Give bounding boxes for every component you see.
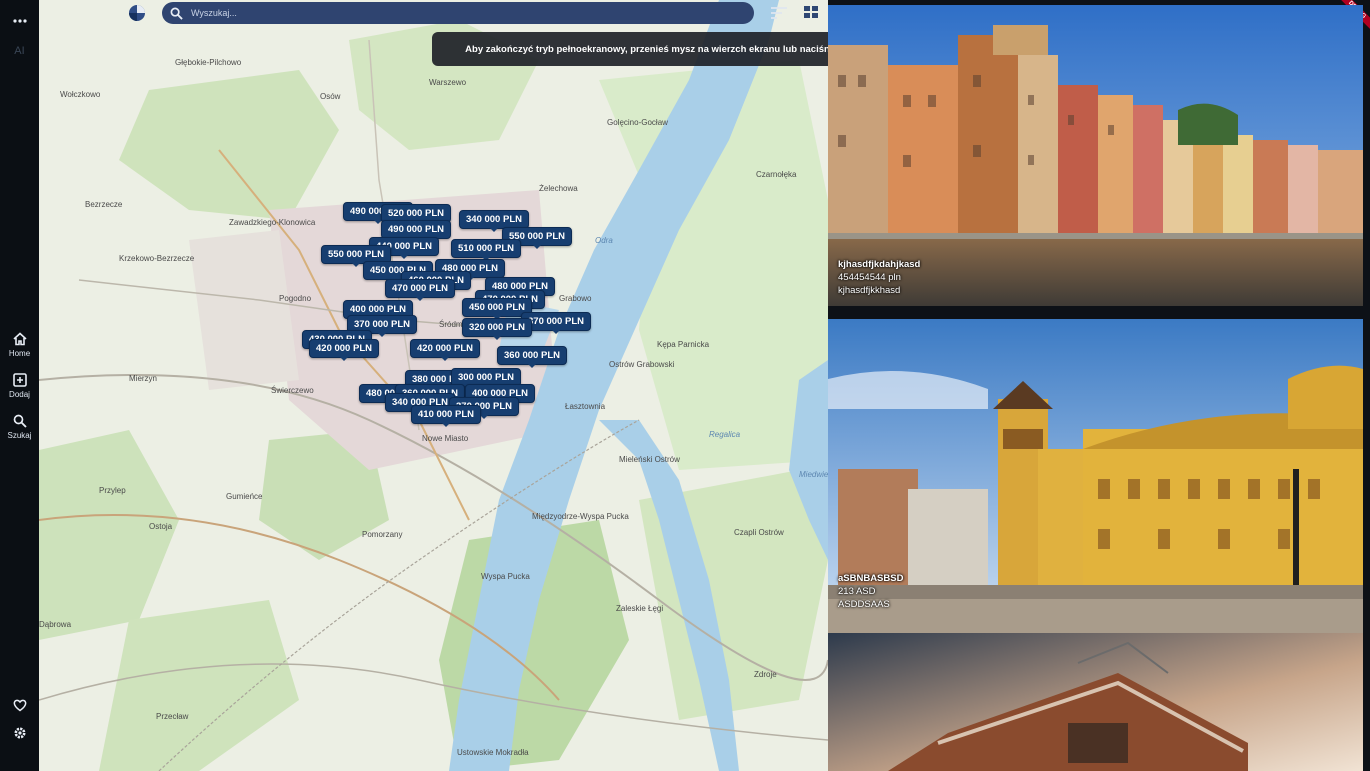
place-label: Przecław: [156, 712, 189, 721]
more-horizontal-icon: [12, 19, 27, 23]
nav-add-button[interactable]: Dodaj: [0, 373, 39, 399]
search-input[interactable]: [189, 7, 733, 19]
price-marker[interactable]: 320 000 PLN: [462, 318, 532, 340]
listing-card[interactable]: [828, 633, 1363, 771]
listing-card[interactable]: aSBNBASBSD 213 ASD ASDDSAAS: [828, 319, 1363, 633]
ai-label: AI: [14, 45, 25, 57]
place-label: Warszewo: [429, 78, 467, 87]
place-label: Pogodno: [279, 294, 312, 303]
place-label: Krzekowo-Bezrzecze: [119, 254, 195, 263]
nav-rail: AI Home Dodaj Szukaj: [0, 0, 39, 771]
place-label: Golęcino-Gocław: [607, 118, 668, 127]
app-logo-icon[interactable]: [128, 4, 146, 22]
place-label: Mierzyn: [129, 374, 158, 383]
place-label: Dąbrowa: [39, 620, 72, 629]
place-label: Świerczewo: [271, 386, 314, 395]
listing-info: aSBNBASBSD 213 ASD ASDDSAAS: [838, 572, 903, 611]
place-label: Nowe Miasto: [422, 434, 469, 443]
listing-title: aSBNBASBSD: [838, 573, 904, 584]
place-label: Przylep: [99, 486, 126, 495]
water-label: Odra: [595, 236, 613, 245]
place-label: Zawadzkiego-Klonowica: [229, 218, 316, 227]
water-label: Regalica: [709, 430, 741, 439]
water-label: Miedwie Zalew: [799, 470, 828, 479]
place-label: Wyspa Pucka: [481, 572, 530, 581]
settings-button[interactable]: [0, 726, 39, 740]
place-label: Ostoja: [149, 522, 173, 531]
price-marker[interactable]: 360 000 PLN: [497, 346, 567, 368]
price-marker[interactable]: 420 000 PLN: [309, 339, 379, 361]
search-icon: [170, 7, 183, 20]
place-label: Bezrzecze: [85, 200, 123, 209]
place-label: Osów: [320, 92, 341, 101]
search-bar[interactable]: [162, 2, 754, 24]
price-marker[interactable]: 470 000 PLN: [385, 279, 455, 301]
listing-photo: [828, 319, 1363, 633]
listings-feed[interactable]: DEBUG: [828, 0, 1370, 771]
price-marker[interactable]: 420 000 PLN: [410, 339, 480, 361]
place-label: Kępa Parnicka: [657, 340, 710, 349]
listing-photo: [828, 633, 1363, 771]
gear-icon: [14, 727, 25, 739]
listing-price: 213 ASD: [838, 586, 876, 597]
nav-home-label: Home: [8, 349, 31, 358]
map-view[interactable]: Głębokie-Pilchowo Warszewo Osów Wołczkow…: [39, 0, 828, 771]
place-label: Grabowo: [559, 294, 592, 303]
place-label: Czapli Ostrów: [734, 528, 784, 537]
nav-add-label: Dodaj: [9, 390, 30, 399]
place-label: Zaleskie Łęgi: [616, 604, 664, 613]
place-label: Łasztownia: [565, 402, 606, 411]
search-icon: [13, 414, 27, 428]
listing-title: kjhasdfjkdahjkasd: [838, 259, 921, 270]
place-label: Wołczkowo: [60, 90, 101, 99]
listing-price: 454454544 pln: [838, 272, 901, 283]
nav-home-button[interactable]: Home: [0, 332, 39, 358]
price-marker[interactable]: 510 000 PLN: [451, 239, 521, 261]
place-label: Głębokie-Pilchowo: [175, 58, 242, 67]
grid-view-button[interactable]: [803, 5, 819, 24]
more-menu-button[interactable]: [0, 14, 39, 28]
sort-filter-button[interactable]: [770, 6, 788, 25]
grid-view-icon: [804, 6, 818, 18]
place-label: Pomorzany: [362, 530, 403, 539]
sort-icon: [771, 7, 787, 19]
place-label: Ustowskie Mokradła: [457, 748, 529, 757]
place-label: Międzyodrze-Wyspa Pucka: [532, 512, 629, 521]
listing-location: ASDDSAAS: [838, 599, 890, 610]
listing-location: kjhasdfjkkhasd: [838, 285, 901, 296]
place-label: Zdroje: [754, 670, 777, 679]
place-label: Żelechowa: [539, 184, 578, 193]
fullscreen-notice-text: Aby zakończyć tryb pełnoekranowy, przeni…: [465, 43, 871, 55]
favorites-button[interactable]: [0, 698, 39, 712]
place-label: Mieleński Ostrów: [619, 455, 680, 464]
nav-search-label: Szukaj: [7, 431, 32, 440]
place-label: Czarnołęka: [756, 170, 797, 179]
place-label: Gumieńce: [226, 492, 263, 501]
listing-info: kjhasdfjkdahjkasd 454454544 pln kjhasdfj…: [838, 258, 920, 297]
heart-icon: [13, 699, 26, 712]
home-icon: [12, 332, 27, 346]
place-label: Ostrów Grabowski: [609, 360, 675, 369]
nav-search-button[interactable]: Szukaj: [0, 414, 39, 440]
add-box-icon: [12, 373, 27, 387]
price-marker[interactable]: 410 000 PLN: [411, 405, 481, 427]
listing-card[interactable]: kjhasdfjkdahjkasd 454454544 pln kjhasdfj…: [828, 5, 1363, 306]
